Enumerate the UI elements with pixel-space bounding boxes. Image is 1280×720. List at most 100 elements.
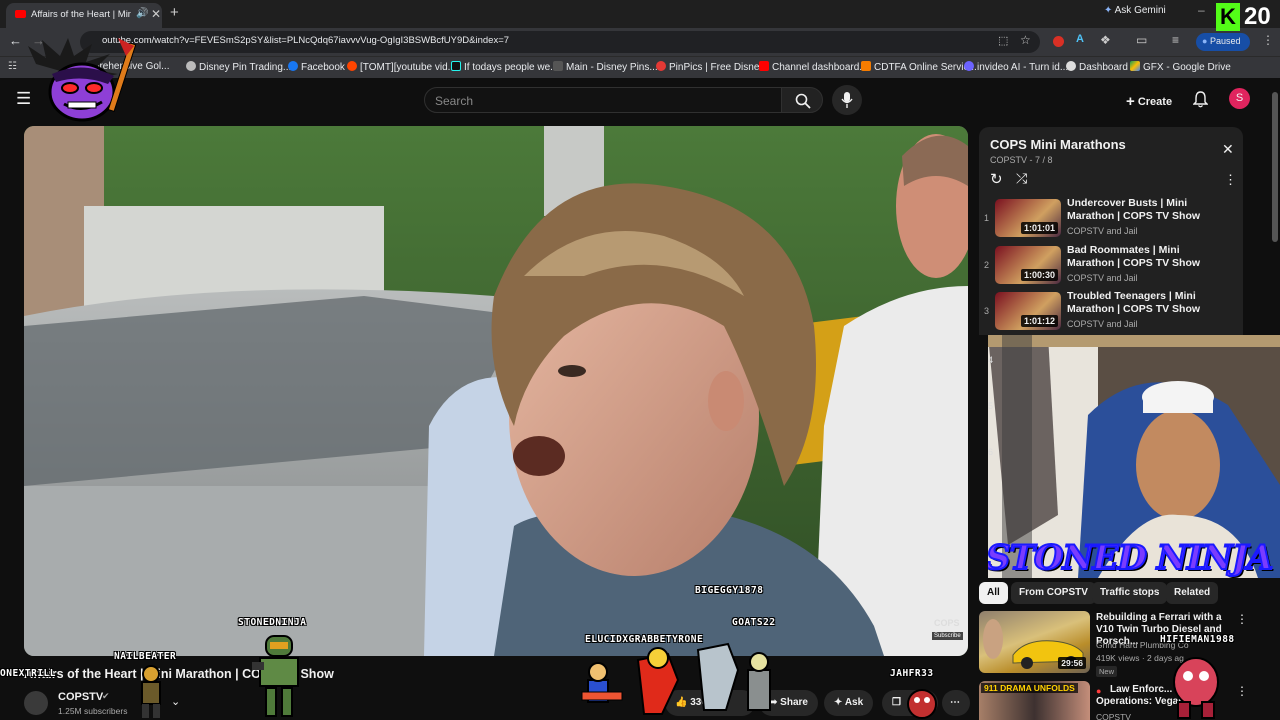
kick-logo-icon: K — [1216, 3, 1240, 31]
disney-pins-icon — [553, 61, 563, 71]
profile-paused-button[interactable]: ● Paused — [1196, 33, 1250, 51]
loop-icon[interactable]: ↻ — [990, 170, 1003, 188]
close-playlist-icon[interactable]: ✕ — [1222, 141, 1234, 158]
chip-related[interactable]: Related — [1166, 582, 1219, 604]
bookmark-label: Channel dashboard... — [772, 62, 868, 73]
ask-button[interactable]: ✦ Ask — [824, 690, 874, 716]
chip-label: From COPSTV — [1019, 587, 1088, 598]
playlist-item-index: 1 — [984, 213, 990, 223]
thumbnail-banner-text: 911 DRAMA UNFOLDS — [981, 683, 1078, 693]
bookmark-item[interactable]: If todays people we... — [451, 61, 559, 75]
extension-translate-icon[interactable]: A — [1076, 33, 1084, 45]
subscribe-watermark-button[interactable]: Subscribe — [932, 632, 963, 640]
overlay-username-tag: JAHFR33 — [890, 668, 934, 679]
create-button[interactable]: + Create — [1120, 86, 1178, 114]
playlist-item-thumbnail: 1:01:12 — [995, 292, 1061, 330]
related-more-icon[interactable]: ⋮ — [1236, 612, 1248, 626]
bookmark-item[interactable]: [TOMT][youtube vid... — [347, 61, 456, 75]
bookmark-star-icon[interactable]: ☆ — [1020, 33, 1031, 47]
chip-all[interactable]: All — [979, 582, 1008, 604]
bookmark-label: GFX - Google Drive — [1143, 62, 1231, 73]
voice-search-button[interactable] — [832, 85, 862, 115]
extensions-puzzle-icon[interactable]: ❖ — [1100, 33, 1111, 47]
plus-icon: + — [1126, 93, 1135, 110]
create-label: Create — [1137, 96, 1173, 108]
more-horizontal-icon: ⋯ — [950, 697, 960, 708]
tab-audio-icon[interactable]: 🔊 — [136, 8, 148, 19]
playlist-item-duration: 1:00:30 — [1020, 269, 1058, 281]
chip-traffic-stops[interactable]: Traffic stops — [1092, 582, 1168, 604]
bookmark-label: CDTFA Online Servic... — [874, 62, 977, 73]
profile-icon: ● — [1202, 36, 1208, 46]
subscribe-dropdown-icon[interactable]: ⌄ — [171, 695, 180, 708]
bookmark-item[interactable]: Main - Disney Pins... — [553, 61, 658, 75]
avatar[interactable]: S — [1229, 88, 1250, 109]
playlist-item-channel: COPSTV and Jail — [1067, 273, 1138, 283]
tiktok-icon — [451, 61, 461, 71]
playlist-more-icon[interactable]: ⋮ — [1224, 172, 1237, 188]
playlist-item-title: Bad Roommates | Mini Marathon | COPS TV … — [1067, 244, 1201, 269]
playlist-item[interactable]: 3 1:01:12 Troubled Teenagers | Mini Mara… — [979, 290, 1243, 335]
tab-close-icon[interactable]: ✕ — [151, 7, 161, 21]
shuffle-icon[interactable]: ⤮ — [1016, 170, 1027, 187]
search-icon — [795, 93, 811, 109]
address-bar[interactable]: outube.com/watch?v=FEVESmS2pSY&list=PLNc… — [80, 31, 1040, 53]
playlist-item-title: Troubled Teenagers | Mini Marathon | COP… — [1067, 290, 1201, 315]
bookmark-item[interactable]: invideo AI - Turn id... — [964, 61, 1068, 75]
bookmark-label: [TOMT][youtube vid... — [360, 62, 456, 73]
bookmark-item[interactable]: PinPics | Free Disne... — [656, 61, 768, 75]
playlist-hidden-index: 5 — [988, 401, 994, 411]
cast-icon[interactable]: ▭ — [1136, 33, 1147, 47]
playlist-hidden-index: 4 — [988, 355, 994, 365]
install-app-icon[interactable]: ⬚ — [998, 34, 1008, 47]
channel-name[interactable]: COPSTV — [58, 691, 103, 703]
bookmark-item[interactable]: Disney Pin Trading... — [186, 61, 291, 75]
bookmark-label: Disney Pin Trading... — [199, 62, 292, 73]
green-soldier-sprite — [252, 635, 299, 717]
playlist-item[interactable]: 2 1:00:30 Bad Roommates | Mini Marathon … — [979, 244, 1243, 290]
bookmark-label: If todays people we... — [464, 62, 559, 73]
playlist-title[interactable]: COPS Mini Marathons — [990, 137, 1126, 152]
ask-gemini-button[interactable]: ✦ Ask Gemini — [1104, 5, 1166, 23]
chip-label: Traffic stops — [1100, 587, 1160, 598]
verified-icon: ✔ — [102, 691, 110, 701]
bookmark-item[interactable]: Dashboard — [1066, 61, 1128, 75]
search-input[interactable]: Search — [424, 87, 782, 113]
bookmark-label: invideo AI - Turn id... — [977, 62, 1069, 73]
ask-label: Ask — [844, 697, 864, 708]
overlay-username-tag: HIFIEMAN1988 — [1160, 634, 1235, 645]
chrome-menu-icon[interactable]: ⋮ — [1262, 33, 1274, 47]
new-tab-icon[interactable]: + — [170, 4, 179, 21]
playlist-item-index: 2 — [984, 260, 990, 270]
related-more-icon[interactable]: ⋮ — [1236, 684, 1248, 698]
apps-grid-icon[interactable]: ☷ — [8, 61, 17, 72]
reddit-icon — [347, 61, 357, 71]
yellow-character-sprite — [141, 665, 161, 718]
media-control-icon[interactable]: ≡ — [1172, 33, 1179, 47]
paused-label: Paused — [1209, 36, 1241, 46]
sparkle-icon: ✦ — [834, 697, 843, 708]
notifications-bell-icon[interactable] — [1193, 91, 1208, 108]
playlist-item[interactable]: 1 1:01:01 Undercover Busts | Mini Marath… — [979, 197, 1243, 243]
page-scrollbar[interactable] — [1272, 92, 1278, 242]
bookmark-item[interactable]: CDTFA Online Servic... — [861, 61, 977, 75]
ask-gemini-label: Ask Gemini — [1114, 5, 1166, 16]
related-thumbnail: 29:56 — [979, 611, 1090, 673]
overlay-username-tag: NAILBEATER — [114, 651, 177, 662]
back-arrow-icon[interactable]: ← — [9, 33, 22, 48]
search-button[interactable] — [781, 87, 823, 113]
bookmark-item[interactable]: GFX - Google Drive — [1130, 61, 1231, 75]
playlist-item-thumbnail: 1:00:30 — [995, 246, 1061, 284]
chip-from-channel[interactable]: From COPSTV — [1011, 582, 1096, 604]
video-player[interactable]: COPS Subscribe — [24, 126, 968, 656]
bookmark-item[interactable]: Channel dashboard... — [759, 61, 868, 75]
related-duration: 29:56 — [1058, 657, 1086, 669]
browser-tab-active[interactable]: Affairs of the Heart | Mini M 🔊 ✕ — [6, 3, 162, 28]
minimize-window-icon[interactable]: – — [1198, 3, 1205, 17]
bookmark-item[interactable]: Facebook — [288, 61, 345, 75]
bookmark-label: Facebook — [301, 62, 345, 73]
extension-red-icon[interactable] — [1053, 36, 1064, 47]
more-actions-button[interactable]: ⋯ — [942, 690, 970, 716]
playlist-item-channel: COPSTV and Jail — [1067, 319, 1138, 329]
channel-avatar[interactable] — [24, 691, 48, 715]
